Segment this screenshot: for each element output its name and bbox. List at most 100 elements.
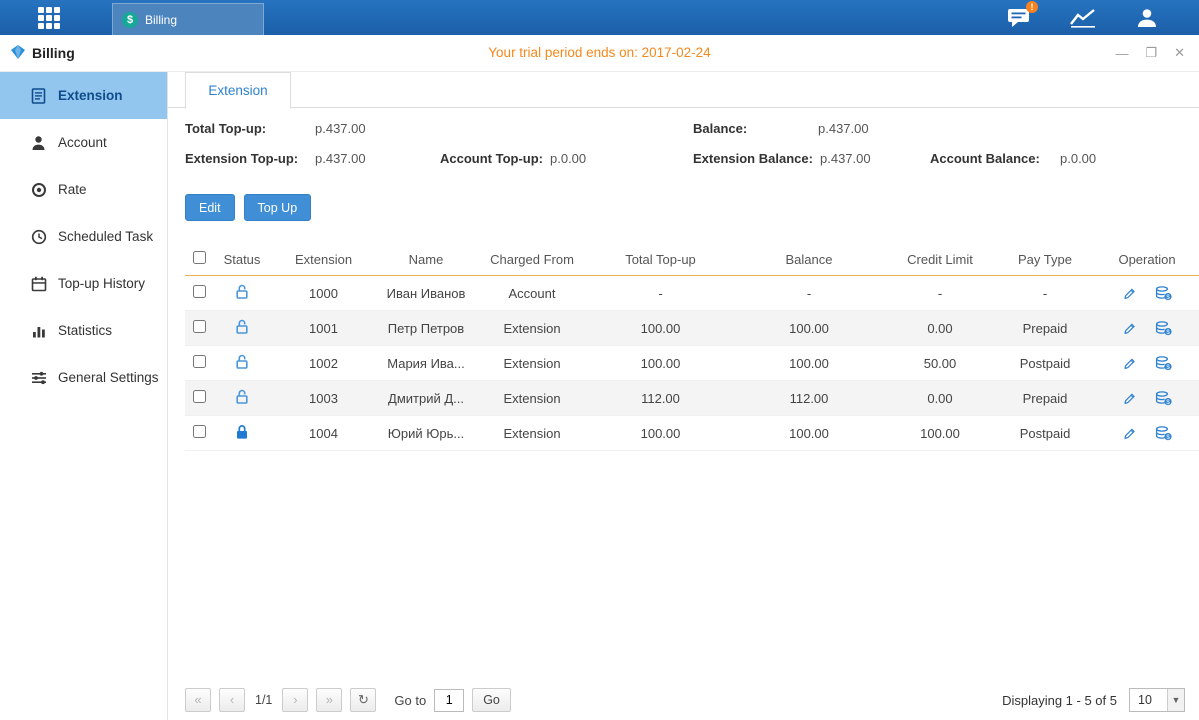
- top-up-coins-icon[interactable]: $: [1155, 426, 1172, 441]
- billing-app-tab[interactable]: $ Billing: [112, 3, 264, 35]
- edit-icon[interactable]: [1122, 286, 1137, 301]
- edit-icon[interactable]: [1122, 391, 1137, 406]
- top-up-coins-icon[interactable]: $: [1155, 356, 1172, 371]
- row-checkbox[interactable]: [193, 285, 206, 298]
- table-row[interactable]: 1002 Мария Ива... Extension 100.00 100.0…: [185, 346, 1199, 381]
- sidebar-item-topup-history[interactable]: Top-up History: [0, 260, 167, 307]
- balance-value: p.437.00: [818, 114, 869, 144]
- edit-icon[interactable]: [1122, 321, 1137, 336]
- sidebar: Extension Account Rate Scheduled Task: [0, 72, 168, 720]
- rate-icon: [30, 181, 47, 198]
- sidebar-item-label: Top-up History: [58, 276, 145, 291]
- edit-button[interactable]: Edit: [185, 194, 235, 221]
- top-up-button[interactable]: Top Up: [244, 194, 312, 221]
- row-checkbox[interactable]: [193, 390, 206, 403]
- top-up-coins-icon[interactable]: $: [1155, 321, 1172, 336]
- prev-page-button[interactable]: ‹: [219, 688, 245, 712]
- sidebar-item-statistics[interactable]: Statistics: [0, 307, 167, 354]
- balance-cell: 112.00: [733, 391, 885, 406]
- top-up-coins-icon[interactable]: $: [1155, 286, 1172, 301]
- name-cell: Петр Петров: [376, 321, 476, 336]
- settings-sliders-icon: [30, 369, 47, 386]
- tab-extension[interactable]: Extension: [185, 72, 291, 109]
- apps-menu-icon[interactable]: [38, 7, 66, 29]
- trial-notice: Your trial period ends on: 2017-02-24: [0, 35, 1199, 71]
- sidebar-item-label: Scheduled Task: [58, 229, 153, 244]
- last-page-button[interactable]: »: [316, 688, 342, 712]
- maximize-icon[interactable]: ❐: [1145, 45, 1157, 61]
- table-row[interactable]: 1000 Иван Иванов Account - - - -: [185, 276, 1199, 311]
- row-checkbox[interactable]: [193, 355, 206, 368]
- extension-cell: 1001: [271, 321, 376, 336]
- table-row[interactable]: 1004 Юрий Юрь... Extension 100.00 100.00…: [185, 416, 1199, 451]
- top-up-coins-icon[interactable]: $: [1155, 391, 1172, 406]
- total-topup-cell: 112.00: [588, 391, 733, 406]
- sidebar-item-general-settings[interactable]: General Settings: [0, 354, 167, 401]
- charged-from-cell: Extension: [476, 356, 588, 371]
- extension-balance-value: p.437.00: [820, 144, 871, 174]
- account-balance-value: p.0.00: [1060, 144, 1096, 174]
- sidebar-item-label: Statistics: [58, 323, 112, 338]
- calendar-icon: [30, 275, 47, 292]
- balance-cell: 100.00: [733, 426, 885, 441]
- pay-type-cell: Postpaid: [995, 356, 1095, 371]
- unlocked-icon: [235, 358, 249, 373]
- table-row[interactable]: 1001 Петр Петров Extension 100.00 100.00…: [185, 311, 1199, 346]
- unlocked-icon: [235, 288, 249, 303]
- sidebar-item-scheduled-task[interactable]: Scheduled Task: [0, 213, 167, 260]
- extension-cell: 1000: [271, 286, 376, 301]
- charged-from-cell: Extension: [476, 321, 588, 336]
- col-name: Name: [376, 252, 476, 267]
- pay-type-cell: Prepaid: [995, 391, 1095, 406]
- table-body: 1000 Иван Иванов Account - - - -: [185, 276, 1199, 451]
- col-extension: Extension: [271, 252, 376, 267]
- charged-from-cell: Extension: [476, 426, 588, 441]
- extension-cell: 1004: [271, 426, 376, 441]
- total-topup-value: p.437.00: [315, 114, 366, 144]
- col-status: Status: [213, 252, 271, 267]
- row-checkbox[interactable]: [193, 425, 206, 438]
- sidebar-item-extension[interactable]: Extension: [0, 72, 167, 119]
- charged-from-cell: Account: [476, 286, 588, 301]
- edit-icon[interactable]: [1122, 356, 1137, 371]
- go-button[interactable]: Go: [472, 688, 511, 712]
- next-page-button[interactable]: ›: [282, 688, 308, 712]
- total-topup-cell: 100.00: [588, 356, 733, 371]
- goto-page-input[interactable]: [434, 689, 464, 712]
- table-row[interactable]: 1003 Дмитрий Д... Extension 112.00 112.0…: [185, 381, 1199, 416]
- statistics-chart-icon[interactable]: [1069, 6, 1097, 30]
- name-cell: Мария Ива...: [376, 356, 476, 371]
- edit-icon[interactable]: [1122, 426, 1137, 441]
- pay-type-cell: Postpaid: [995, 426, 1095, 441]
- account-topup-label: Account Top-up:: [440, 144, 543, 174]
- name-cell: Дмитрий Д...: [376, 391, 476, 406]
- total-topup-cell: 100.00: [588, 321, 733, 336]
- dollar-icon: $: [122, 12, 138, 28]
- sidebar-item-label: General Settings: [58, 370, 159, 385]
- row-checkbox[interactable]: [193, 320, 206, 333]
- page-size-select[interactable]: 10 ▼: [1129, 688, 1185, 712]
- messages-icon[interactable]: !: [1005, 6, 1033, 30]
- account-topup-value: p.0.00: [550, 144, 586, 174]
- extension-balance-label: Extension Balance:: [693, 144, 813, 174]
- sidebar-item-account[interactable]: Account: [0, 119, 167, 166]
- chevron-down-icon: ▼: [1167, 689, 1184, 711]
- credit-limit-cell: 0.00: [885, 391, 995, 406]
- displaying-text: Displaying 1 - 5 of 5: [1002, 693, 1117, 708]
- bar-chart-icon: [30, 322, 47, 339]
- minimize-icon[interactable]: —: [1115, 46, 1128, 61]
- refresh-button[interactable]: ↻: [350, 688, 376, 712]
- window-titlebar: Billing Your trial period ends on: 2017-…: [0, 35, 1199, 72]
- select-all-checkbox[interactable]: [193, 251, 206, 264]
- col-charged-from: Charged From: [476, 252, 588, 267]
- first-page-button[interactable]: «: [185, 688, 211, 712]
- close-icon[interactable]: ✕: [1174, 45, 1185, 61]
- user-account-icon[interactable]: [1133, 6, 1161, 30]
- extension-icon: [30, 87, 47, 104]
- credit-limit-cell: 100.00: [885, 426, 995, 441]
- unlocked-icon: [235, 323, 249, 338]
- charged-from-cell: Extension: [476, 391, 588, 406]
- main-content: Extension Total Top-up: p.437.00 Balance…: [168, 72, 1199, 720]
- sidebar-item-rate[interactable]: Rate: [0, 166, 167, 213]
- table-header-row: Status Extension Name Charged From Total…: [185, 243, 1199, 276]
